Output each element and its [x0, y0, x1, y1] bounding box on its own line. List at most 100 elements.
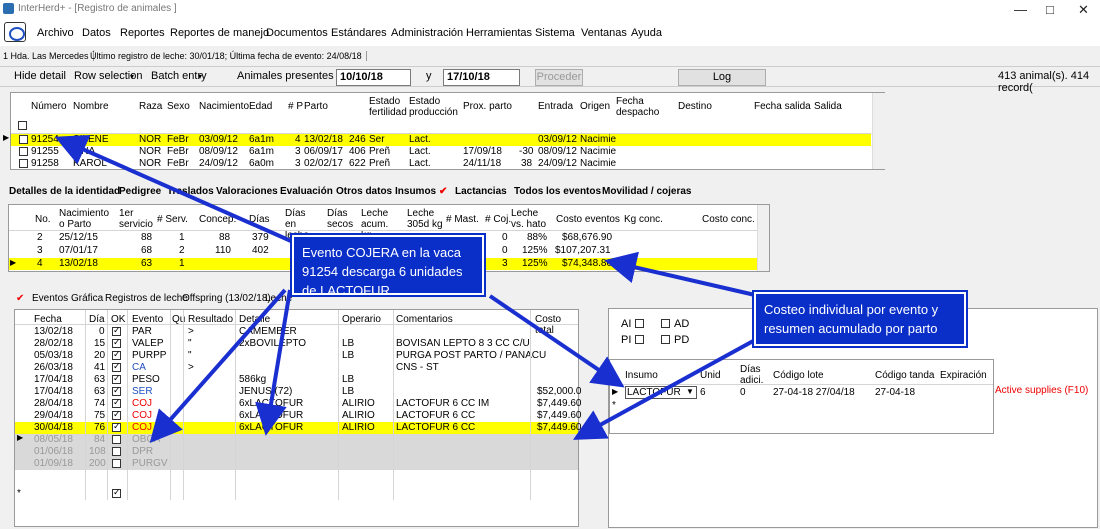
- date-from-input[interactable]: 10/10/18: [336, 69, 411, 86]
- event-row[interactable]: 01/06/18 108 DPR: [15, 446, 578, 458]
- row-checkbox[interactable]: [19, 147, 28, 156]
- ok-checkbox[interactable]: [112, 435, 121, 444]
- date-to-input[interactable]: 17/10/18: [443, 69, 520, 86]
- event-row[interactable]: 17/04/18 63 SER JENUS (72) LB $52,000.0: [15, 385, 582, 398]
- col-leche-305[interactable]: Leche 305d kg: [407, 208, 443, 230]
- tab-otros-datos[interactable]: Otros datos: [336, 186, 392, 197]
- select-all-checkbox[interactable]: [18, 121, 27, 130]
- ok-checkbox[interactable]: [112, 397, 121, 408]
- row-checkbox[interactable]: [19, 159, 28, 168]
- col-parto[interactable]: Parto: [304, 101, 328, 112]
- hide-detail-button[interactable]: Hide detail: [14, 69, 66, 85]
- animal-row[interactable]: 91255 LINA NOR FeBr 08/09/12 6a1m 3 06/0…: [11, 146, 871, 158]
- col-estado-fertilidad[interactable]: Estado fertilidad: [369, 96, 407, 118]
- tab-todos-eventos[interactable]: Todos los eventos: [514, 186, 601, 197]
- ok-checkbox[interactable]: [112, 409, 121, 420]
- col-coj[interactable]: # Coj.: [485, 214, 511, 225]
- ok-checkbox[interactable]: [112, 421, 121, 432]
- ok-checkbox[interactable]: [112, 373, 121, 384]
- menu-ayuda[interactable]: Ayuda: [631, 27, 662, 39]
- log-button[interactable]: Log: [678, 69, 766, 86]
- ok-checkbox[interactable]: [112, 361, 121, 372]
- filter-ad-checkbox[interactable]: [661, 319, 670, 328]
- animal-grid-scrollbar[interactable]: [872, 93, 885, 169]
- tab-lactancias[interactable]: Lactancias: [455, 186, 507, 197]
- col-destino[interactable]: Destino: [678, 101, 712, 112]
- event-row[interactable]: 29/04/18 75 COJ 6xLACTOFUR ALIRIO LACTOFUR 6 …: [15, 409, 582, 422]
- col-unid[interactable]: Unid: [700, 370, 721, 381]
- tab-pedigree[interactable]: Pedigree: [119, 186, 161, 197]
- event-row[interactable]: 17/04/18 63 PESO 586kg LB: [15, 373, 578, 386]
- ok-checkbox[interactable]: [112, 325, 121, 336]
- ok-checkbox[interactable]: [112, 385, 121, 396]
- col-leche-vs-hato[interactable]: Leche vs. hato: [511, 208, 551, 230]
- menu-documentos[interactable]: Documentos: [266, 27, 328, 39]
- event-row[interactable]: 13/02/18 0 PAR > CAMEMBER: [15, 325, 578, 338]
- minimize-button[interactable]: —: [1014, 2, 1027, 17]
- col-salida[interactable]: Salida: [814, 101, 842, 112]
- ok-checkbox[interactable]: [112, 447, 121, 456]
- proceed-button[interactable]: Proceder: [535, 69, 583, 86]
- new-row-ok-checkbox[interactable]: [112, 487, 121, 498]
- menu-reportes-manejo[interactable]: Reportes de manejo: [170, 27, 269, 39]
- event-row[interactable]: 01/09/18 200 PURGV: [15, 458, 578, 470]
- ok-checkbox[interactable]: [112, 349, 121, 360]
- lactation-scrollbar[interactable]: [757, 205, 769, 271]
- col-insumo[interactable]: Insumo: [625, 370, 658, 381]
- tab-leche[interactable]: Leche: [265, 293, 292, 304]
- active-supplies-link[interactable]: Active supplies (F10): [995, 385, 1088, 396]
- tab-offspring[interactable]: Offspring (13/02/18): [182, 293, 271, 304]
- col-nacimiento-parto[interactable]: Nacimiento o Parto: [59, 208, 111, 230]
- filter-ai-checkbox[interactable]: [635, 319, 644, 328]
- col-codigo-tanda[interactable]: Código tanda: [875, 370, 935, 381]
- col-fecha-despacho[interactable]: Fecha despacho: [616, 96, 659, 118]
- menu-sistema[interactable]: Sistema: [535, 27, 575, 39]
- col-fecha-salida[interactable]: Fecha salida: [754, 101, 811, 112]
- ok-checkbox[interactable]: [112, 337, 121, 348]
- row-checkbox[interactable]: [19, 135, 28, 144]
- col-raza[interactable]: Raza: [139, 101, 162, 112]
- event-row[interactable]: 08/05/18 84 OBCA: [15, 434, 578, 446]
- tab-eventos[interactable]: Eventos: [32, 293, 68, 304]
- menu-archivo[interactable]: Archivo: [37, 27, 74, 39]
- supply-row[interactable]: LACTOFUR ▼ 6 0 27-04-18 27/04/18 27-04-1…: [610, 386, 993, 400]
- menu-datos[interactable]: Datos: [82, 27, 111, 39]
- tab-traslados[interactable]: Traslados: [167, 186, 214, 197]
- col-dias-adici[interactable]: Días adici.: [740, 364, 764, 386]
- col-costo-eventos[interactable]: Costo eventos: [556, 214, 620, 225]
- col-expiracion[interactable]: Expiración: [940, 370, 987, 381]
- col-kg-conc[interactable]: Kg conc.: [624, 214, 663, 225]
- col-1er-servicio[interactable]: 1er servicio: [119, 208, 155, 230]
- col-origen[interactable]: Origen: [580, 101, 610, 112]
- tab-identidad[interactable]: Detalles de la identidad: [9, 186, 120, 197]
- col-nacimiento[interactable]: Nacimiento: [199, 101, 249, 112]
- filter-pd-checkbox[interactable]: [661, 335, 670, 344]
- col-serv[interactable]: # Serv.: [157, 214, 188, 225]
- tab-insumos[interactable]: Insumos: [395, 186, 436, 197]
- ok-checkbox[interactable]: [112, 459, 121, 468]
- animal-row[interactable]: 91258 KAROL NOR FeBr 24/09/12 6a0m 3 02/…: [11, 158, 871, 170]
- tab-registros-leche[interactable]: Registros de leche: [105, 293, 188, 304]
- close-button[interactable]: ✕: [1078, 2, 1089, 18]
- col-p[interactable]: # P: [288, 101, 303, 112]
- tab-movilidad[interactable]: Movilidad / cojeras: [602, 186, 691, 197]
- event-row[interactable]: 26/03/18 41 CA > CNS - ST: [15, 361, 578, 374]
- col-mast[interactable]: # Mast.: [446, 214, 479, 225]
- col-nombre[interactable]: Nombre: [73, 101, 109, 112]
- event-row[interactable]: 30/04/18 76 COJ 6xLACTOFUR ALIRIO LACTOFUR 6 …: [15, 421, 582, 434]
- menu-ventanas[interactable]: Ventanas: [581, 27, 627, 39]
- col-edad[interactable]: Edad: [249, 101, 272, 112]
- col-costo-conc[interactable]: Costo conc.: [702, 214, 755, 225]
- filter-pi-checkbox[interactable]: [635, 335, 644, 344]
- col-codigo-lote[interactable]: Código lote: [773, 370, 824, 381]
- event-row[interactable]: 28/02/18 15 VALEP " 2xBOVILEPTO LB BOVISAN LEP…: [15, 337, 578, 350]
- col-entrada[interactable]: Entrada: [538, 101, 573, 112]
- col-estado-produccion[interactable]: Estado producción: [409, 96, 458, 118]
- menu-reportes[interactable]: Reportes: [120, 27, 165, 39]
- col-dias[interactable]: Días: [249, 214, 270, 225]
- menu-estandares[interactable]: Estándares: [331, 27, 387, 39]
- menu-administracion[interactable]: Administración: [391, 27, 463, 39]
- maximize-button[interactable]: □: [1046, 2, 1054, 17]
- col-no[interactable]: No.: [35, 214, 51, 225]
- tab-grafica[interactable]: Gráfica: [71, 293, 103, 304]
